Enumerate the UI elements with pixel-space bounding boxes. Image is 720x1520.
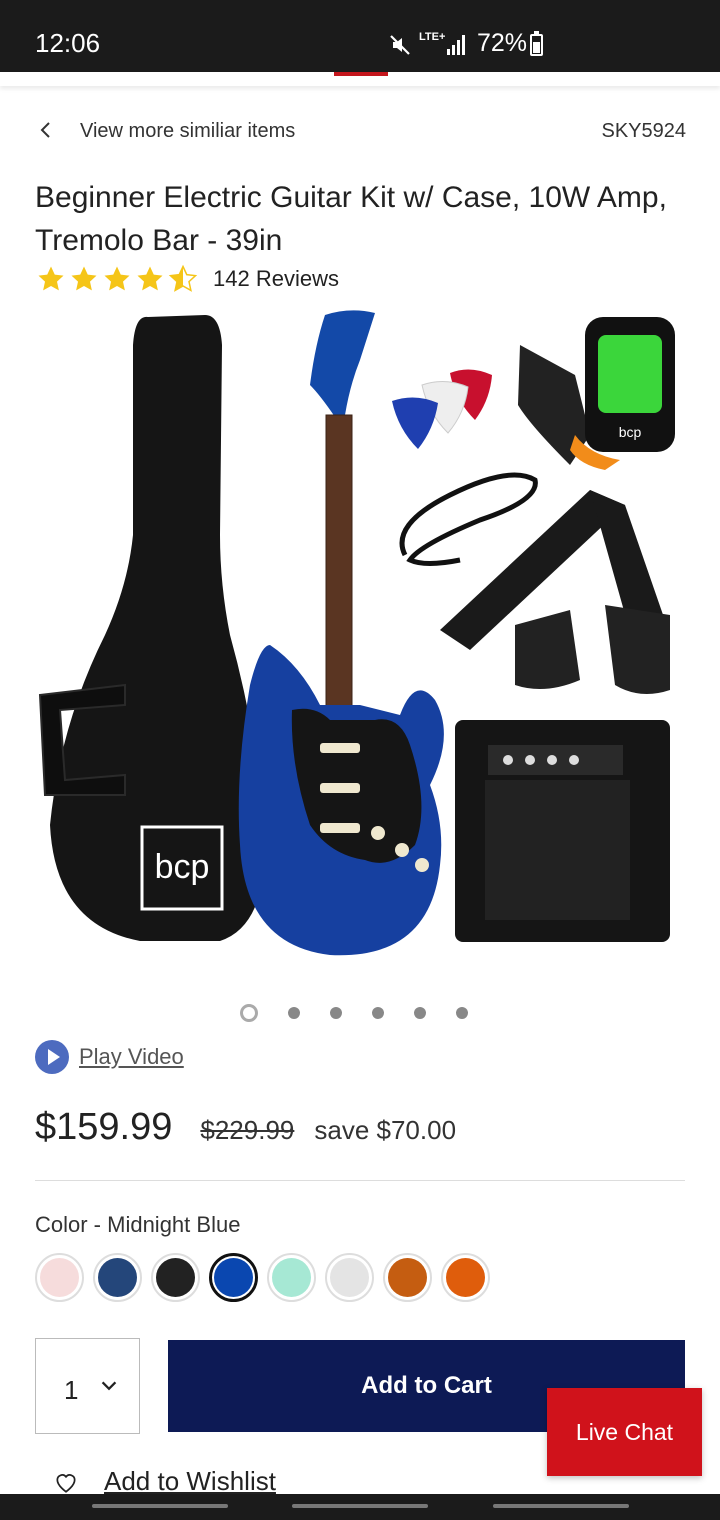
product-sku: SKY5924 <box>601 120 686 142</box>
bcp-logo: bcp <box>155 848 210 886</box>
header-strip <box>0 72 720 86</box>
color-swatch[interactable] <box>383 1253 432 1302</box>
svg-text:bcp: bcp <box>619 424 642 440</box>
view-similar-link[interactable]: View more similiar items <box>80 120 295 143</box>
chevron-down-icon <box>101 1381 117 1391</box>
color-swatch-fill <box>98 1258 137 1297</box>
star-full-icon <box>71 266 97 291</box>
chevron-left-icon[interactable] <box>34 118 58 142</box>
color-swatch-fill <box>40 1258 79 1297</box>
divider <box>35 1180 685 1181</box>
signal-icon <box>447 35 465 55</box>
star-full-icon <box>137 266 163 291</box>
play-icon[interactable] <box>35 1040 69 1074</box>
cable-illustration <box>399 472 538 566</box>
color-swatch-fill <box>214 1258 253 1297</box>
color-swatches <box>35 1253 490 1302</box>
status-time: 12:06 <box>35 28 101 58</box>
color-swatch[interactable] <box>325 1253 374 1302</box>
color-swatch[interactable] <box>93 1253 142 1302</box>
color-swatch[interactable] <box>151 1253 200 1302</box>
carousel-dot[interactable] <box>372 1007 384 1019</box>
star-full-icon <box>104 266 130 291</box>
nav-recents[interactable] <box>92 1504 228 1508</box>
quantity-select[interactable]: 1 <box>35 1338 140 1434</box>
price-row: $159.99 $229.99 save $70.00 <box>35 1106 456 1149</box>
nav-back[interactable] <box>493 1504 629 1508</box>
product-title: Beginner Electric Guitar Kit w/ Case, 10… <box>35 181 667 257</box>
status-bar: 12:06 LTE+ 72% <box>0 0 720 72</box>
rating-row[interactable]: 142 Reviews <box>35 262 339 296</box>
savings-amount: save $70.00 <box>314 1115 457 1145</box>
play-video-link[interactable]: Play Video <box>35 1040 184 1074</box>
heart-icon[interactable] <box>52 1469 80 1495</box>
carousel-dot[interactable] <box>288 1007 300 1019</box>
play-video-label[interactable]: Play Video <box>79 1044 184 1070</box>
carousel-dot[interactable] <box>330 1007 342 1019</box>
carousel-dot[interactable] <box>456 1007 468 1019</box>
color-swatch-fill <box>388 1258 427 1297</box>
mute-icon <box>390 35 410 55</box>
battery-level: 72% <box>477 29 528 57</box>
breadcrumb: View more similiar items SKY5924 <box>0 110 720 152</box>
color-swatch[interactable] <box>209 1253 258 1302</box>
color-label: Color - Midnight Blue <box>35 1212 241 1237</box>
system-nav-bar <box>0 1494 720 1520</box>
original-price: $229.99 <box>200 1115 295 1145</box>
tuner-illustration: bcp <box>518 317 675 470</box>
add-to-wishlist-link[interactable]: Add to Wishlist <box>52 1466 276 1497</box>
carousel-dot[interactable] <box>240 1004 258 1022</box>
gig-bag-illustration: bcp <box>38 315 266 941</box>
live-chat-button[interactable]: Live Chat <box>547 1388 702 1476</box>
color-swatch[interactable] <box>441 1253 490 1302</box>
color-swatch[interactable] <box>35 1253 84 1302</box>
product-image[interactable]: bcp bcp <box>30 305 690 965</box>
nav-home[interactable] <box>292 1504 428 1508</box>
review-count[interactable]: 142 Reviews <box>213 266 339 292</box>
network-type: LTE+ <box>419 31 446 43</box>
color-swatch-fill <box>156 1258 195 1297</box>
color-swatch[interactable] <box>267 1253 316 1302</box>
color-swatch-fill <box>446 1258 485 1297</box>
carousel-dots <box>240 1004 468 1022</box>
carousel-dot[interactable] <box>414 1007 426 1019</box>
quantity-value: 1 <box>64 1375 79 1405</box>
wishlist-label[interactable]: Add to Wishlist <box>104 1466 276 1497</box>
current-price: $159.99 <box>35 1106 173 1148</box>
color-swatch-fill <box>330 1258 369 1297</box>
star-full-icon <box>38 266 64 291</box>
star-half-icon <box>168 264 198 292</box>
star-rating <box>35 264 199 294</box>
amplifier-illustration <box>455 720 670 942</box>
color-swatch-fill <box>272 1258 311 1297</box>
battery-icon <box>530 31 543 56</box>
picks-illustration <box>392 369 492 449</box>
active-indicator <box>334 72 388 76</box>
